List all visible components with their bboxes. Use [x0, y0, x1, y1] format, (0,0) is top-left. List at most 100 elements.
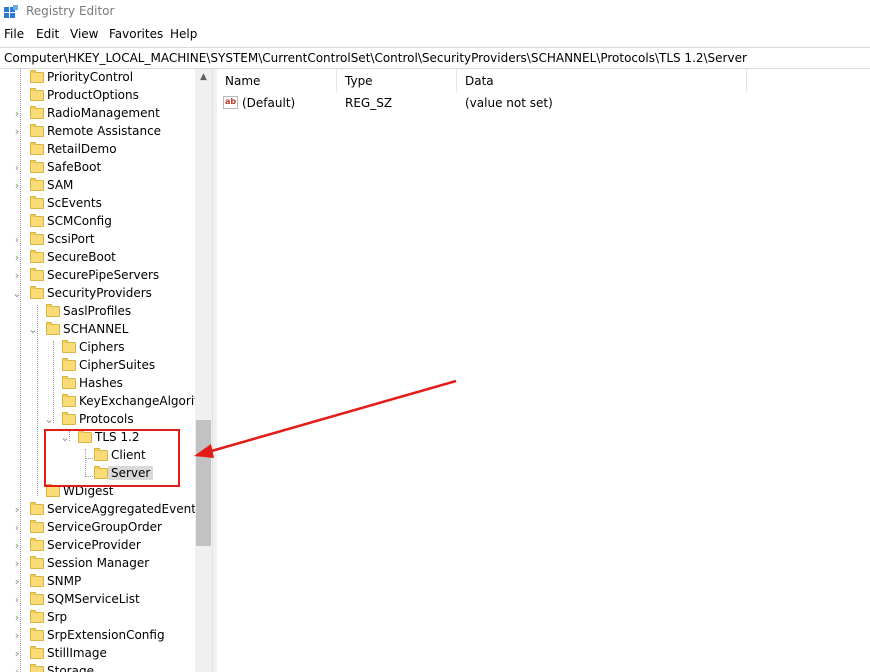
folder-icon	[30, 268, 44, 281]
tree-item-label: Hashes	[79, 376, 123, 390]
tree-item-label: CipherSuites	[79, 358, 156, 372]
scroll-thumb[interactable]	[196, 420, 211, 546]
tree-item[interactable]: › Remote Assistance	[0, 123, 196, 141]
menu-view[interactable]: View	[70, 27, 98, 41]
value-data: (value not set)	[465, 96, 553, 110]
tree-item-label: Session Manager	[47, 556, 150, 570]
tree-item[interactable]: SCMConfig	[0, 213, 196, 231]
tree-item[interactable]: ⌄ Protocols	[0, 411, 196, 429]
tree-item[interactable]: PriorityControl	[0, 69, 196, 87]
tree-item-label: ServiceAggregatedEvents	[47, 502, 203, 516]
tree-item-label: Ciphers	[79, 340, 125, 354]
tree-item-label: SCHANNEL	[63, 322, 129, 336]
tree-connector	[37, 305, 38, 496]
folder-icon	[30, 178, 44, 191]
tree-item-label: SCMConfig	[47, 214, 112, 228]
tree-item[interactable]: › Srp	[0, 609, 196, 627]
registry-tree[interactable]: PriorityControl ProductOptions › RadioManag…	[0, 69, 212, 672]
tree-item[interactable]: › RadioManagement	[0, 105, 196, 123]
folder-icon	[46, 322, 60, 335]
tree-item[interactable]: CipherSuites	[0, 357, 196, 375]
tree-item[interactable]: Ciphers	[0, 339, 196, 357]
tree-connector	[53, 341, 54, 423]
folder-icon	[30, 556, 44, 569]
folder-icon	[30, 250, 44, 263]
column-header-data[interactable]: Data	[457, 69, 747, 93]
tree-item[interactable]: › SecureBoot	[0, 249, 196, 267]
tree-item-label: ScsiPort	[47, 232, 95, 246]
tree-item-label: SecurityProviders	[47, 286, 152, 300]
address-bar[interactable]: Computer\HKEY_LOCAL_MACHINE\SYSTEM\Curre…	[0, 47, 870, 69]
tree-item[interactable]: › ServiceAggregatedEvents	[0, 501, 202, 519]
folder-icon	[30, 574, 44, 587]
menu-help[interactable]: Help	[170, 27, 197, 41]
tree-item-label: ServiceProvider	[47, 538, 141, 552]
folder-icon	[30, 610, 44, 623]
tree-item[interactable]: ProductOptions	[0, 87, 196, 105]
tree-item-label: SAM	[47, 178, 74, 192]
folder-icon	[46, 304, 60, 317]
tree-item[interactable]: RetailDemo	[0, 141, 196, 159]
tree-item[interactable]: ⌄ SecurityProviders	[0, 285, 196, 303]
tree-item-label: SrpExtensionConfig	[47, 628, 165, 642]
menu-bar: File Edit View Favorites Help	[0, 27, 870, 45]
folder-icon	[30, 196, 44, 209]
tree-connector	[20, 69, 21, 672]
highlight-box	[44, 429, 180, 487]
folder-icon	[30, 286, 44, 299]
folder-icon	[30, 592, 44, 605]
folder-icon	[30, 232, 44, 245]
tree-item[interactable]: › ServiceGroupOrder	[0, 519, 196, 537]
tree-item[interactable]: › SNMP	[0, 573, 196, 591]
folder-icon	[30, 142, 44, 155]
tree-item[interactable]: › Session Manager	[0, 555, 196, 573]
folder-icon	[30, 664, 44, 672]
tree-item[interactable]: ⌄ SCHANNEL	[0, 321, 196, 339]
tree-item-label: SaslProfiles	[63, 304, 132, 318]
folder-icon	[62, 394, 76, 407]
folder-icon	[30, 538, 44, 551]
tree-item[interactable]: › ScsiPort	[0, 231, 196, 249]
folder-icon	[30, 106, 44, 119]
address-path[interactable]: Computer\HKEY_LOCAL_MACHINE\SYSTEM\Curre…	[4, 51, 747, 65]
tree-item-label: RadioManagement	[47, 106, 160, 120]
tree-item-label: Protocols	[79, 412, 134, 426]
value-name[interactable]: (Default)	[242, 96, 295, 110]
tree-item[interactable]: KeyExchangeAlgorithms	[0, 393, 212, 411]
values-list[interactable]: Name Type Data ab (Default) REG_SZ (valu…	[217, 69, 870, 672]
tree-item[interactable]: › Storage	[0, 663, 196, 672]
ab-string-icon: ab	[223, 96, 238, 109]
tree-scrollbar[interactable]: ▲	[195, 69, 212, 672]
column-header-type[interactable]: Type	[337, 69, 457, 93]
tree-item[interactable]: › SAM	[0, 177, 196, 195]
tree-item[interactable]: › SecurePipeServers	[0, 267, 196, 285]
tree-item[interactable]: SaslProfiles	[0, 303, 196, 321]
folder-icon	[30, 520, 44, 533]
folder-icon	[62, 340, 76, 353]
folder-icon	[30, 628, 44, 641]
tree-item-label: SecurePipeServers	[47, 268, 160, 282]
tree-item-label: ProductOptions	[47, 88, 139, 102]
menu-edit[interactable]: Edit	[36, 27, 59, 41]
tree-item-label: Srp	[47, 610, 68, 624]
menu-favorites[interactable]: Favorites	[109, 27, 163, 41]
tree-item[interactable]: ScEvents	[0, 195, 196, 213]
tree-item[interactable]: › SQMServiceList	[0, 591, 196, 609]
tree-item-label: StillImage	[47, 646, 107, 660]
column-header-name[interactable]: Name	[217, 69, 337, 93]
tree-item[interactable]: › ServiceProvider	[0, 537, 196, 555]
scroll-up-icon[interactable]: ▲	[195, 69, 212, 86]
tree-item-label: SNMP	[47, 574, 82, 588]
folder-icon	[30, 124, 44, 137]
tree-item[interactable]: › StillImage	[0, 645, 196, 663]
folder-icon	[30, 502, 44, 515]
tree-item[interactable]: › SafeBoot	[0, 159, 196, 177]
menu-file[interactable]: File	[4, 27, 24, 41]
tree-item-label: RetailDemo	[47, 142, 117, 156]
tree-item[interactable]: › SrpExtensionConfig	[0, 627, 196, 645]
tree-item[interactable]: Hashes	[0, 375, 196, 393]
folder-icon	[62, 376, 76, 389]
registry-editor-icon	[4, 5, 18, 18]
title-bar: Registry Editor	[0, 0, 870, 24]
tree-item-label: SafeBoot	[47, 160, 102, 174]
